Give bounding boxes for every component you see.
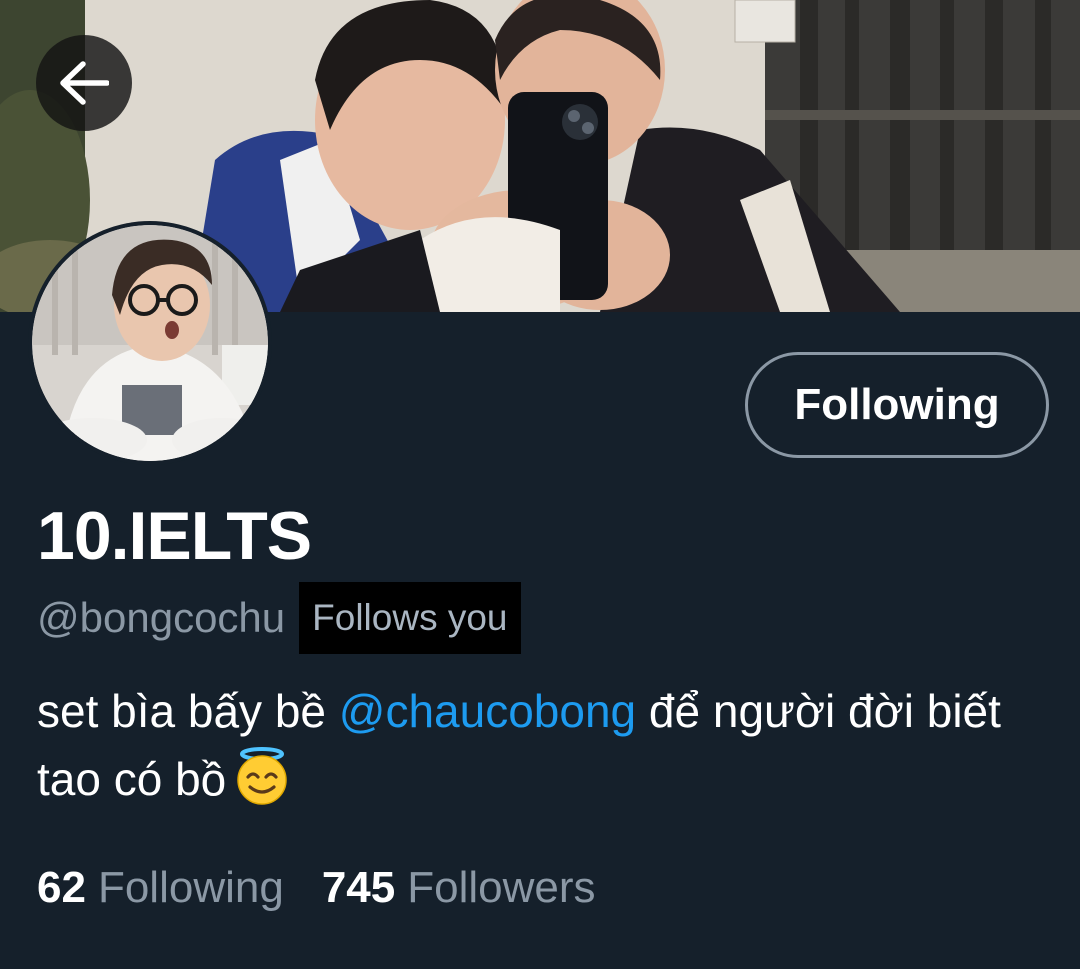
handle-row: @bongcochu Follows you (37, 582, 521, 654)
following-label: Following (97, 863, 284, 912)
smiling-face-with-halo-icon (232, 747, 292, 823)
back-button[interactable] (36, 35, 132, 131)
bio-text: set bìa bấy bề (37, 685, 339, 737)
profile-stats: 62 Following 745 Followers (37, 860, 596, 916)
followers-count: 745 (321, 863, 396, 912)
display-name: 10.IELTS (37, 498, 312, 574)
followers-count-link[interactable]: 745 Followers (322, 863, 596, 913)
avatar[interactable] (28, 221, 272, 465)
following-button[interactable]: Following (745, 352, 1049, 458)
followers-label: Followers (407, 863, 596, 912)
following-count: 62 (37, 863, 86, 912)
following-count-link[interactable]: 62 Following (37, 863, 284, 913)
profile-page: Following 10.IELTS @bongcochu Follows yo… (0, 0, 1080, 969)
follows-you-badge: Follows you (299, 582, 521, 654)
profile-bio: set bìa bấy bề @chaucobong để người đời … (37, 677, 1037, 823)
back-arrow-icon (59, 61, 109, 105)
user-handle: @bongcochu (37, 594, 286, 641)
bio-mention-link[interactable]: @chaucobong (339, 685, 636, 737)
